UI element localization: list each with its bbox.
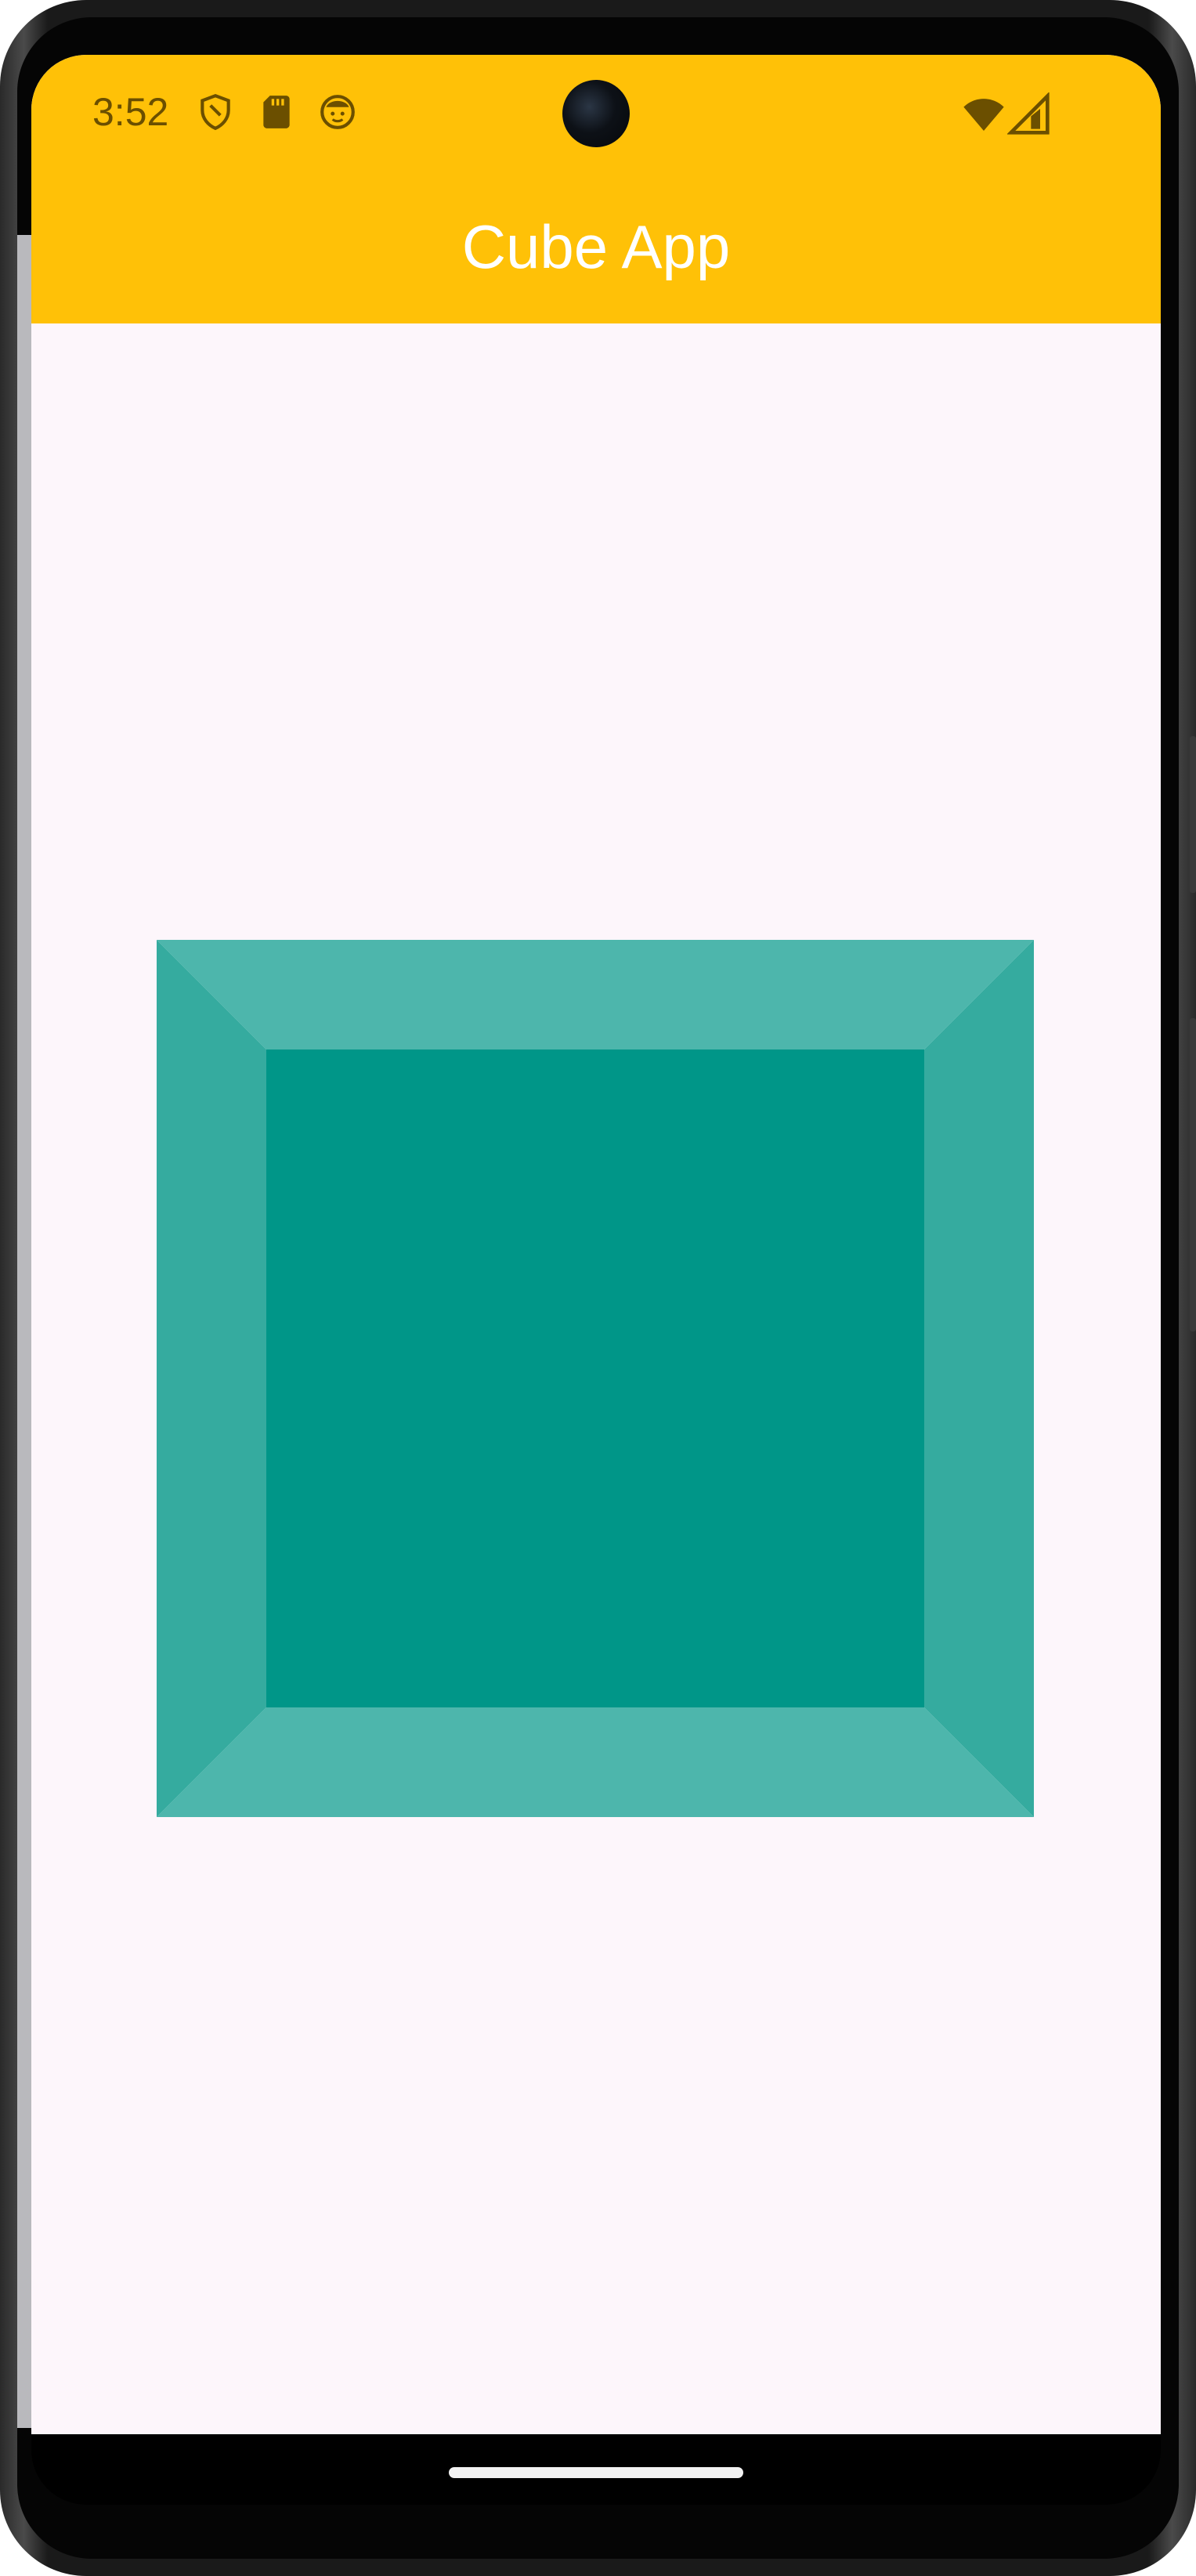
cube-view[interactable] (157, 940, 1034, 1817)
screen: 3:52 Cube App (31, 55, 1161, 2498)
cube-bottom-face (157, 1707, 1034, 1817)
status-time: 3:52 (92, 90, 169, 134)
home-gesture-handle[interactable] (449, 2467, 743, 2478)
front-camera (562, 80, 630, 147)
sd-card-icon (263, 96, 290, 128)
cube-right-face (924, 940, 1034, 1817)
cube-top-face (157, 940, 1034, 1050)
cube-front-face (266, 1050, 924, 1707)
volume-button (1190, 736, 1196, 893)
app-bar: 3:52 Cube App (31, 55, 1161, 323)
phone-edge (17, 235, 31, 2428)
app-title: Cube App (461, 212, 731, 281)
signal-icon (1007, 92, 1050, 135)
phone-frame: 3:52 Cube App (0, 0, 1196, 2576)
navigation-bar-bottom (31, 2434, 1161, 2505)
wifi-icon (963, 99, 1004, 131)
face-icon (320, 95, 355, 129)
shield-icon (201, 93, 230, 131)
power-button (1190, 1018, 1196, 1331)
cube-left-face (157, 940, 266, 1817)
